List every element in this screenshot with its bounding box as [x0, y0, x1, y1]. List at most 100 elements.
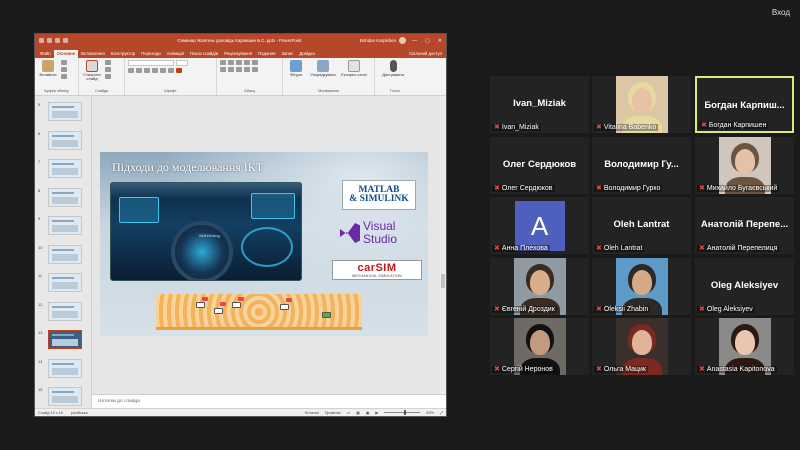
justify-icon[interactable]	[244, 67, 250, 72]
bullets-icon[interactable]	[220, 60, 226, 65]
account-area[interactable]: Bohdan Karpishen	[360, 37, 407, 44]
slide-thumbnail[interactable]: 9	[38, 216, 88, 236]
slideshow-view-icon[interactable]: ▶	[375, 410, 378, 415]
cut-icon[interactable]	[61, 60, 67, 65]
close-button[interactable]: ✕	[438, 38, 442, 44]
participant-tile[interactable]: ✖ Oleksii Zhabin	[592, 258, 691, 315]
participant-tile[interactable]: Ivan_Miziak ✖ Ivan_Miziak	[490, 76, 589, 133]
zoom-slider[interactable]	[384, 410, 421, 415]
align-left-icon[interactable]	[220, 67, 226, 72]
share-button[interactable]: Спільний доступ	[405, 50, 446, 58]
participant-tile[interactable]: ✖ Євгеній Дроздик	[490, 258, 589, 315]
arrange-button[interactable]: Упорядкувати	[309, 60, 337, 77]
underline-icon[interactable]	[144, 68, 150, 73]
align-center-icon[interactable]	[228, 67, 234, 72]
reading-view-icon[interactable]: ▣	[366, 410, 370, 415]
section-icon[interactable]	[105, 74, 111, 79]
increase-indent-icon[interactable]	[244, 60, 250, 65]
italic-icon[interactable]	[136, 68, 142, 73]
dictate-button[interactable]: Диктування	[378, 60, 408, 77]
participant-tile[interactable]: Володимир Гу... ✖ Володимир Гурко	[592, 137, 691, 194]
participant-tile[interactable]: ✖ Anastasia Kapitonova	[695, 318, 794, 375]
font-color-icon[interactable]	[176, 68, 182, 73]
voice-group-label: Голос	[389, 89, 401, 93]
columns-icon[interactable]	[252, 67, 258, 72]
copy-icon[interactable]	[61, 67, 67, 72]
tab-animations[interactable]: Анімація	[164, 50, 187, 58]
participant-tile[interactable]: A ✖ Анна Плехова	[490, 197, 589, 254]
slide-thumbnail-image	[48, 102, 82, 121]
line-spacing-icon[interactable]	[252, 60, 258, 65]
participant-face	[529, 330, 550, 355]
tab-view[interactable]: Подання	[255, 50, 278, 58]
sorter-view-icon[interactable]: ▦	[356, 410, 360, 415]
tab-review[interactable]: Рецензування	[221, 50, 255, 58]
slide-thumbnail[interactable]: 6	[38, 130, 88, 151]
participant-tile[interactable]: ✖ Ольга Мацик	[592, 318, 691, 375]
zoom-level[interactable]: 83%	[426, 411, 434, 415]
decrease-indent-icon[interactable]	[236, 60, 242, 65]
paste-button[interactable]: Вставити	[38, 60, 58, 77]
slide-thumbnail[interactable]: 15	[38, 387, 88, 407]
comments-toggle-button[interactable]: Примітки	[325, 411, 341, 415]
slide-thumbnail[interactable]: 14	[38, 358, 88, 379]
slide-thumbnail[interactable]: 13	[38, 330, 88, 350]
slide-thumbnail[interactable]: 11	[38, 273, 88, 293]
reset-icon[interactable]	[105, 67, 111, 72]
autosave-icon[interactable]	[39, 38, 44, 43]
editor-scrollbar[interactable]	[440, 96, 446, 394]
participant-tile[interactable]: Oleg Aleksiyev ✖ Oleg Aleksiyev	[695, 258, 794, 315]
current-slide[interactable]: Підходи до моделювання ІКТ Self-Driving …	[100, 152, 428, 336]
layout-icon[interactable]	[105, 60, 111, 65]
participant-tile[interactable]: Анатолій Перепе... ✖ Анатолій Перепелиця	[695, 197, 794, 254]
tab-record[interactable]: Запис	[278, 50, 296, 58]
participant-tile[interactable]: Oleh Lantrat ✖ Oleh Lantrat	[592, 197, 691, 254]
participant-name-label: ✖ Oleh Lantrat	[594, 245, 645, 252]
notes-pane[interactable]: Нотатки до слайда	[92, 394, 446, 408]
shadow-icon[interactable]	[160, 68, 166, 73]
slide-thumbnail[interactable]: 12	[38, 301, 88, 322]
minimize-button[interactable]: —	[412, 38, 417, 44]
save-icon[interactable]	[47, 38, 52, 43]
font-size-select[interactable]	[176, 60, 188, 66]
slide-thumbnail[interactable]: 5	[38, 102, 88, 122]
format-painter-icon[interactable]	[61, 74, 67, 79]
tab-transitions[interactable]: Переходи	[138, 50, 163, 58]
normal-view-icon[interactable]: ▭	[347, 410, 351, 415]
font-family-select[interactable]	[128, 60, 174, 66]
notes-toggle-button[interactable]: Нотатки	[305, 411, 319, 415]
tab-design[interactable]: Конструктор	[108, 50, 139, 58]
participant-name-label: ✖ Anastasia Kapitonova	[697, 366, 777, 373]
tab-insert[interactable]: Вставлення	[78, 50, 107, 58]
slide-thumbnail-image	[48, 244, 82, 264]
spacing-icon[interactable]	[168, 68, 174, 73]
shapes-button[interactable]: Фігури	[286, 60, 306, 77]
numbering-icon[interactable]	[228, 60, 234, 65]
strikethrough-icon[interactable]	[152, 68, 158, 73]
new-slide-button[interactable]: Створити слайд	[82, 60, 102, 81]
tab-slideshow[interactable]: Показ слайдів	[187, 50, 221, 58]
participant-tile[interactable]: ✖ Михайло Бугаєвський	[695, 137, 794, 194]
undo-icon[interactable]	[55, 38, 60, 43]
tab-file[interactable]: Файл	[37, 50, 54, 58]
fit-slide-icon[interactable]: ⤢	[440, 411, 443, 415]
carsim-subtext: MECHANICAL SIMULATION	[352, 273, 402, 278]
slide-thumbnail[interactable]: 10	[38, 244, 88, 265]
tab-help[interactable]: Довідка	[296, 50, 317, 58]
participant-tile[interactable]: Олег Сердюков ✖ Олег Сердюков	[490, 137, 589, 194]
participant-tile[interactable]: ✖ Vitalina Babenko	[592, 76, 691, 133]
slide-thumbnail[interactable]: 7	[38, 159, 88, 179]
slide-thumbnail[interactable]: 8	[38, 187, 88, 208]
bold-icon[interactable]	[128, 68, 134, 73]
redo-icon[interactable]	[63, 38, 68, 43]
slide-thumbnails-pane: 5 6 7 8 9 10 11 12 13 14 15	[35, 96, 92, 408]
exit-button[interactable]: Вход	[772, 8, 790, 17]
tab-home[interactable]: Основне	[53, 50, 79, 58]
editor-scrollbar-thumb[interactable]	[441, 274, 445, 288]
participant-tile[interactable]: Богдан Карпиш... ✖ Богдан Карпишен	[695, 76, 794, 133]
language-indicator[interactable]: російська	[71, 411, 88, 415]
participant-tile[interactable]: ✖ Сергій Неронов	[490, 318, 589, 375]
maximize-button[interactable]: ▢	[425, 38, 430, 44]
quick-styles-button[interactable]: Експрес-стилі	[340, 60, 368, 77]
align-right-icon[interactable]	[236, 67, 242, 72]
